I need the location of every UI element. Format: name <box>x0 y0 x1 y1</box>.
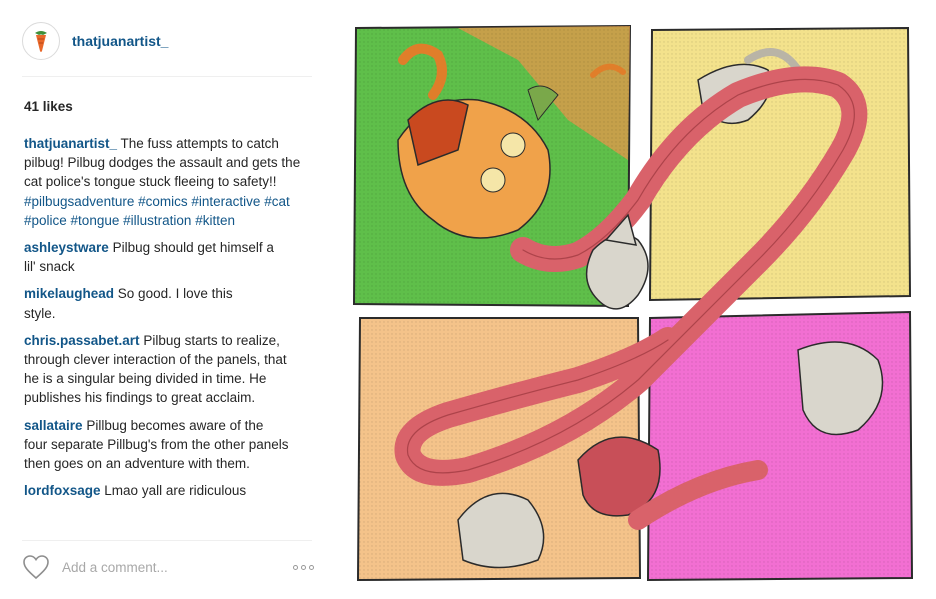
caption: thatjuanartist_ The fuss attempts to cat… <box>24 134 316 230</box>
comment-item: ashleystware Pilbug should get himself a… <box>24 238 284 276</box>
comment-input[interactable] <box>62 559 262 575</box>
carrot-logo-icon <box>35 31 47 52</box>
post-image[interactable] <box>338 0 936 599</box>
caption-username[interactable]: thatjuanartist_ <box>24 136 117 151</box>
comment-item: chris.passabet.art Pilbug starts to real… <box>24 331 292 408</box>
post-sidebar: thatjuanartist_ 41 likes thatjuanartist_… <box>0 0 335 599</box>
avatar[interactable] <box>22 22 60 60</box>
likes-count[interactable]: 41 likes <box>24 99 73 114</box>
comment-item: mikelaughead So good. I love this style. <box>24 284 250 322</box>
comments-list[interactable]: thatjuanartist_ The fuss attempts to cat… <box>24 134 316 530</box>
comment-username[interactable]: chris.passabet.art <box>24 333 140 348</box>
heart-outline-icon[interactable] <box>22 554 50 580</box>
hashtag-link[interactable]: #cat <box>264 194 290 209</box>
comment-username[interactable]: ashleystware <box>24 240 109 255</box>
dot <box>301 564 306 570</box>
hashtag-link[interactable]: #illustration <box>123 213 191 228</box>
comment-username[interactable]: mikelaughead <box>24 286 114 301</box>
comment-item: sallataire Pillbug becomes aware of the … <box>24 416 290 474</box>
comment-username[interactable]: sallataire <box>24 418 83 433</box>
comment-footer <box>22 552 314 582</box>
comment-text: Lmao yall are ridiculous <box>104 483 247 499</box>
dot <box>293 564 298 570</box>
hashtag-link[interactable]: #kitten <box>195 213 235 228</box>
comic-panel-4 <box>646 310 914 582</box>
comment-item: lordfoxsage Lmao yall are ridiculous <box>24 481 316 500</box>
hashtag-link[interactable]: #comics <box>138 194 188 209</box>
ellipsis-icon[interactable] <box>293 564 314 570</box>
post-author-username[interactable]: thatjuanartist_ <box>72 33 168 49</box>
hashtag-list: #pilbugsadventure #comics #interactive #… <box>24 192 316 230</box>
hashtag-link[interactable]: #pilbugsadventure <box>24 194 134 209</box>
comment-username[interactable]: lordfoxsage <box>24 483 101 498</box>
hashtag-link[interactable]: #interactive <box>191 194 260 209</box>
divider <box>22 76 312 77</box>
divider <box>22 540 312 541</box>
comic-illustration <box>352 24 914 582</box>
hashtag-link[interactable]: #tongue <box>71 213 120 228</box>
dot <box>309 564 314 570</box>
hashtag-link[interactable]: #police <box>24 213 67 228</box>
post-header: thatjuanartist_ <box>22 22 168 60</box>
